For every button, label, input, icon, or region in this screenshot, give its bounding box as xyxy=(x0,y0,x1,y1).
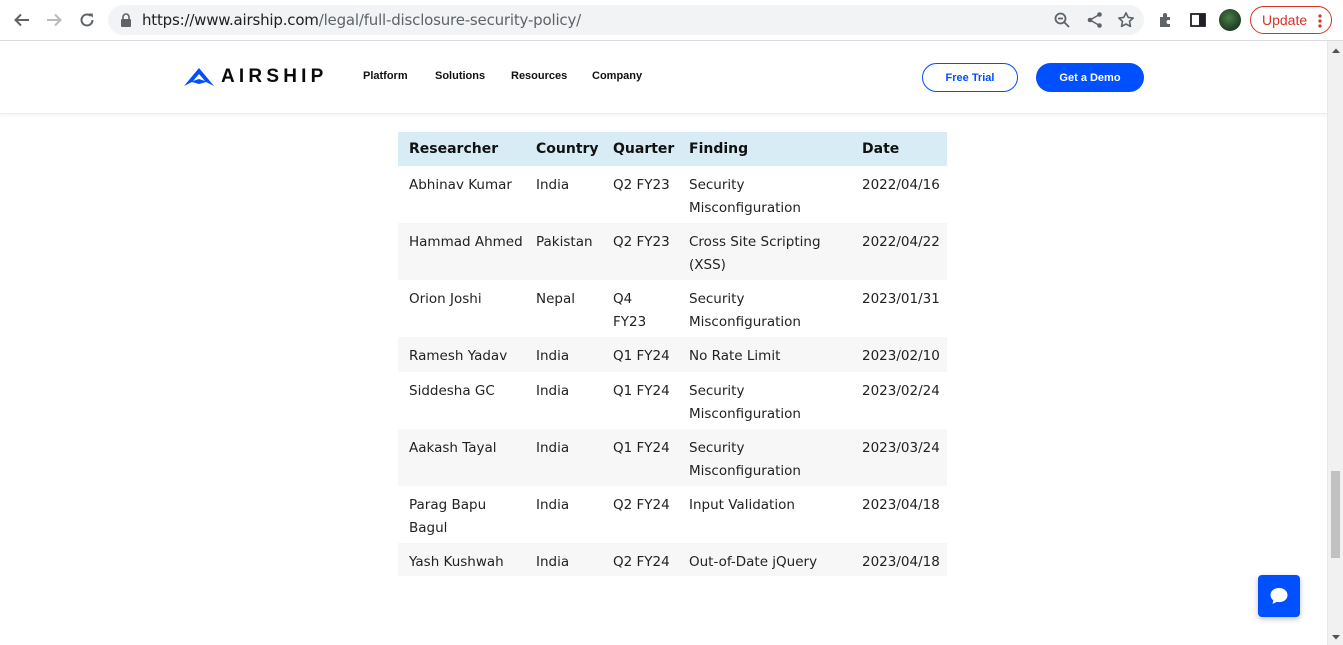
table-row: Abhinav Kumar India Q2 FY23 Security Mis… xyxy=(398,166,947,223)
cell-researcher: Parag Bapu Bagul xyxy=(409,497,487,536)
cell-quarter: Q2 FY23 xyxy=(613,234,670,250)
lock-icon xyxy=(121,13,131,27)
cell-date: 2023/03/24 xyxy=(862,440,940,456)
airship-logo[interactable]: AIRSHIP xyxy=(183,65,327,89)
kebab-menu-icon xyxy=(1318,14,1322,28)
update-button[interactable]: Update xyxy=(1250,6,1332,34)
cell-quarter: Q2 FY24 xyxy=(613,554,670,570)
table-row: Ramesh Yadav India Q1 FY24 No Rate Limit… xyxy=(398,337,947,372)
cell-researcher: Siddesha GC xyxy=(409,383,495,399)
cell-researcher: Ramesh Yadav xyxy=(409,348,508,364)
reload-icon xyxy=(80,13,94,27)
forward-button[interactable] xyxy=(41,8,67,32)
table-row: Parag Bapu Bagul India Q2 FY24 Input Val… xyxy=(398,486,947,543)
cell-finding: Security Misconfiguration xyxy=(689,440,801,479)
url-text: https://www.airship.com/legal/full-discl… xyxy=(142,11,581,29)
table-row: Yash Kushwah India Q2 FY24 Out-of-Date j… xyxy=(398,543,947,576)
cell-country: India xyxy=(536,554,570,570)
cell-quarter: Q2 FY24 xyxy=(613,497,670,513)
cell-researcher: Orion Joshi xyxy=(409,291,482,307)
cell-country: India xyxy=(536,177,570,193)
url-path: /legal/full-disclosure-security-policy/ xyxy=(318,11,581,29)
cell-finding: Security Misconfiguration xyxy=(689,383,801,422)
reload-button[interactable] xyxy=(74,8,100,32)
nav-solutions[interactable]: Solutions xyxy=(435,70,485,82)
chat-bubble-icon xyxy=(1270,588,1288,604)
column-header-country: Country xyxy=(536,141,599,157)
address-bar[interactable]: https://www.airship.com/legal/full-discl… xyxy=(108,5,1144,35)
get-demo-button[interactable]: Get a Demo xyxy=(1036,63,1144,92)
researcher-table-container: Researcher Country Quarter Finding Date … xyxy=(398,132,947,576)
table-row: Aakash Tayal India Q1 FY24 Security Misc… xyxy=(398,429,947,486)
cell-date: 2023/02/10 xyxy=(862,348,940,364)
cell-quarter: Q4 FY23 xyxy=(613,291,647,330)
scrollbar-thumb[interactable] xyxy=(1331,471,1340,558)
cell-researcher: Yash Kushwah xyxy=(409,554,504,570)
cell-date: 2022/04/16 xyxy=(862,177,940,193)
cell-date: 2022/04/22 xyxy=(862,234,940,250)
cell-date: 2023/04/18 xyxy=(862,554,940,570)
site-header: AIRSHIP Platform Solutions Resources Com… xyxy=(0,41,1327,114)
nav-resources[interactable]: Resources xyxy=(511,70,567,82)
cell-quarter: Q2 FY23 xyxy=(613,177,670,193)
logo-text: AIRSHIP xyxy=(221,66,328,87)
cell-country: India xyxy=(536,497,570,513)
table-header-row: Researcher Country Quarter Finding Date xyxy=(398,132,947,166)
bookmark-star-icon[interactable] xyxy=(1117,11,1135,29)
back-button[interactable] xyxy=(9,8,35,32)
cell-country: Nepal xyxy=(536,291,575,307)
cell-date: 2023/02/24 xyxy=(862,383,940,399)
cell-date: 2023/01/31 xyxy=(862,291,940,307)
free-trial-button[interactable]: Free Trial xyxy=(922,63,1018,92)
cell-researcher: Hammad Ahmed xyxy=(409,234,523,250)
cell-finding: Security Misconfiguration xyxy=(689,177,801,216)
extensions-puzzle-icon[interactable] xyxy=(1157,11,1175,29)
url-host: https://www.airship.com xyxy=(142,11,319,29)
column-header-quarter: Quarter xyxy=(613,141,675,157)
nav-company[interactable]: Company xyxy=(592,70,642,82)
scroll-up-arrow-icon[interactable] xyxy=(1332,47,1340,55)
cell-finding: Out-of-Date jQuery xyxy=(689,554,818,570)
share-icon[interactable] xyxy=(1086,11,1104,29)
side-panel-icon[interactable] xyxy=(1189,11,1207,29)
column-header-date: Date xyxy=(862,141,900,157)
airship-logo-icon xyxy=(184,68,214,86)
browser-toolbar: https://www.airship.com/legal/full-discl… xyxy=(0,0,1343,41)
profile-avatar[interactable] xyxy=(1219,9,1241,31)
column-header-researcher: Researcher xyxy=(409,141,499,157)
arrow-left-icon xyxy=(14,13,29,27)
cell-quarter: Q1 FY24 xyxy=(613,440,670,456)
cell-quarter: Q1 FY24 xyxy=(613,348,670,364)
cell-date: 2023/04/18 xyxy=(862,497,940,513)
table-row: Siddesha GC India Q1 FY24 Security Misco… xyxy=(398,372,947,429)
chat-widget-button[interactable] xyxy=(1258,575,1300,617)
cell-finding: Input Validation xyxy=(689,497,795,513)
page-scrollbar[interactable] xyxy=(1327,41,1343,645)
cell-country: India xyxy=(536,440,570,456)
scroll-down-arrow-icon[interactable] xyxy=(1332,633,1340,641)
cell-researcher: Aakash Tayal xyxy=(409,440,497,456)
zoom-icon[interactable] xyxy=(1053,11,1071,29)
nav-platform[interactable]: Platform xyxy=(363,70,408,82)
cell-researcher: Abhinav Kumar xyxy=(409,177,512,193)
cell-country: India xyxy=(536,383,570,399)
cell-quarter: Q1 FY24 xyxy=(613,383,670,399)
arrow-right-icon xyxy=(47,13,62,27)
table-row: Hammad Ahmed Pakistan Q2 FY23 Cross Site… xyxy=(398,223,947,280)
column-header-finding: Finding xyxy=(689,141,749,157)
table-row: Orion Joshi Nepal Q4 FY23 Security Misco… xyxy=(398,280,947,337)
cell-country: India xyxy=(536,348,570,364)
cell-finding: Security Misconfiguration xyxy=(689,291,801,330)
update-label: Update xyxy=(1262,12,1308,28)
cell-finding: Cross Site Scripting (XSS) xyxy=(689,234,821,273)
researcher-table: Researcher Country Quarter Finding Date … xyxy=(398,132,947,576)
cell-finding: No Rate Limit xyxy=(689,348,781,364)
cell-country: Pakistan xyxy=(536,234,593,250)
